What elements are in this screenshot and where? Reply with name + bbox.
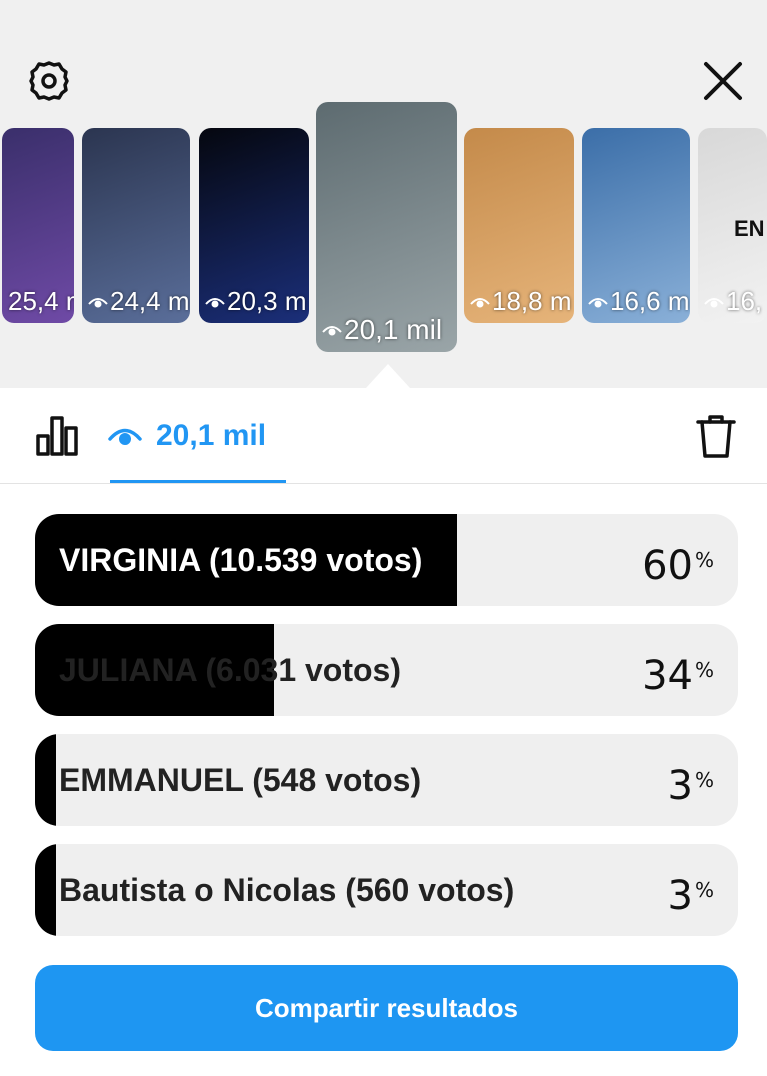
poll-option-label: VIRGINIA (10.539 votos) [59, 542, 423, 578]
eye-icon [470, 297, 490, 307]
selected-story-pointer [366, 364, 410, 388]
percent-value: 34 [642, 653, 693, 699]
poll-option-label: Bautista o Nicolas (560 votos) [59, 872, 515, 908]
story-thumbnail[interactable]: 24,4 m [82, 128, 190, 323]
story-views-value: 25,4 m [8, 286, 74, 316]
story-views: 20,1 mil [322, 314, 442, 346]
percent-sign: % [694, 658, 714, 682]
percent-sign: % [694, 878, 714, 902]
story-views-value: 20,1 mil [344, 314, 443, 345]
story-views: 25,4 m [8, 286, 74, 317]
poll-option-label: EMMANUEL (548 votos) [59, 762, 422, 798]
story-views-value: 24,4 m [110, 286, 190, 316]
share-results-button[interactable]: Compartir resultados [35, 965, 738, 1051]
eye-icon [205, 297, 225, 307]
story-thumbnail[interactable]: 20,3 m [199, 128, 309, 323]
story-thumbnail-selected[interactable]: 20,1 mil [316, 102, 457, 352]
poll-option-percent: 34% [642, 624, 714, 716]
eye-icon [704, 297, 724, 307]
story-views: 16,6 m [588, 286, 690, 317]
poll-option-percent: 3% [668, 844, 714, 936]
eye-icon [108, 428, 142, 445]
poll-option: JULIANA (6.031 votos) 34% [35, 624, 738, 716]
eye-icon [322, 326, 342, 336]
poll-option: VIRGINIA (10.539 votos) 60% [35, 514, 738, 606]
poll-option-label: JULIANA (6.031 votos) [59, 652, 401, 688]
story-views-value: 18,8 m [492, 286, 572, 316]
story-thumbnail[interactable]: 16,6 m [582, 128, 690, 323]
story-text: EN [734, 216, 765, 241]
percent-sign: % [694, 548, 714, 572]
poll-option-fill [35, 844, 57, 936]
story-views: 24,4 m [88, 286, 190, 317]
story-views: 16, [704, 286, 762, 317]
active-tab-indicator [110, 480, 286, 483]
story-thumbnail[interactable]: EN 16, [698, 128, 767, 323]
percent-sign: % [694, 768, 714, 792]
story-thumbnail[interactable]: 18,8 m [464, 128, 574, 323]
story-views-value: 20,3 m [227, 286, 307, 316]
percent-value: 3 [667, 873, 693, 919]
story-views-value: 16,6 m [610, 286, 690, 316]
story-thumbnail[interactable]: 25,4 m [2, 128, 74, 323]
poll-option-percent: 3% [668, 734, 714, 826]
story-views: 20,3 m [205, 286, 307, 317]
poll-option-fill [35, 734, 57, 826]
bar-chart-icon[interactable] [34, 412, 80, 458]
story-carousel: 25,4 m 24,4 m 20,3 m 20,1 mil 18,8 m [0, 0, 767, 388]
percent-value: 60 [642, 543, 693, 589]
percent-value: 3 [667, 763, 693, 809]
poll-option: EMMANUEL (548 votos) 3% [35, 734, 738, 826]
poll-option-percent: 60% [642, 514, 714, 606]
poll-results: VIRGINIA (10.539 votos) 60% JULIANA (6.0… [35, 514, 738, 954]
trash-icon[interactable] [694, 412, 738, 460]
eye-icon [588, 297, 608, 307]
viewers-count: 20,1 mil [156, 419, 267, 452]
story-views: 18,8 m [470, 286, 572, 317]
story-views-value: 16, [726, 286, 763, 316]
poll-option: Bautista o Nicolas (560 votos) 3% [35, 844, 738, 936]
eye-icon [88, 297, 108, 307]
tab-viewers[interactable]: 20,1 mil [108, 412, 266, 460]
